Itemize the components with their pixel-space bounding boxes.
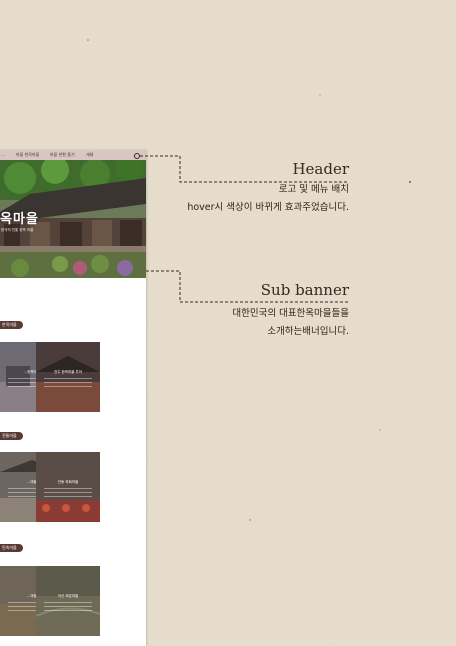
subbanner-annotation-title: Sub banner: [260, 281, 349, 299]
subbanner-annotation-desc: 대한민국의 대표한옥마을들을 소개하는배너입니다.: [232, 305, 349, 341]
header-annotation-title: Header: [292, 160, 349, 178]
header-annotation-desc: 로고 및 메뉴 배치 hover시 색상이 바뀌게 효과주었습니다.: [187, 181, 349, 217]
header-desc-line: hover시 색상이 바뀌게 효과주었습니다.: [187, 202, 349, 213]
subbanner-desc-line: 대한민국의 대표한옥마을들을: [232, 308, 349, 319]
subbanner-desc-line: 소개하는배너입니다.: [267, 326, 349, 337]
header-anchor-dot: [134, 153, 140, 159]
header-desc-line: 로고 및 메뉴 배치: [278, 184, 349, 195]
annotation-connectors: [134, 153, 349, 303]
